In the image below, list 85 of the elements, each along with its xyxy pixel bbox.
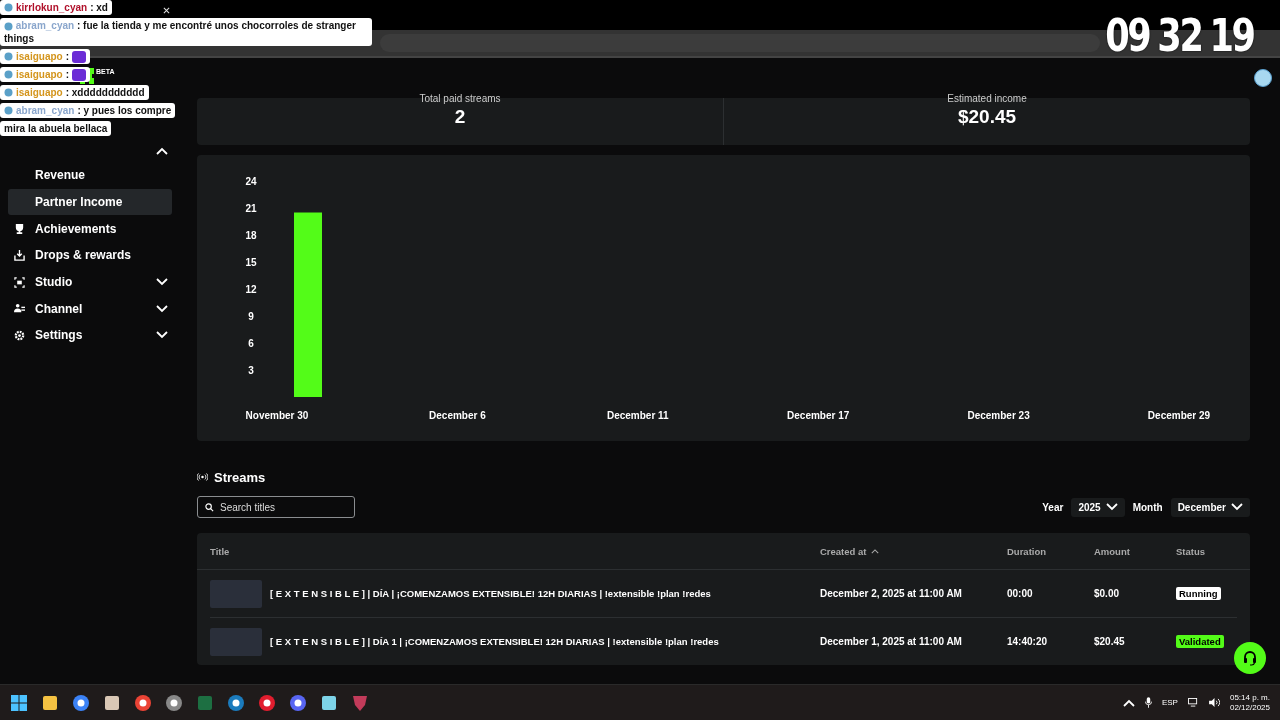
chat-message: isaiguapo : xyxy=(0,49,91,64)
year-label: Year xyxy=(1042,501,1064,513)
sidebar-item[interactable]: Revenue xyxy=(8,162,172,189)
sidebar-item[interactable]: Drops & rewards xyxy=(8,242,172,269)
support-button[interactable] xyxy=(1234,642,1266,674)
stream-title[interactable]: [ E X T E N S I B L E ] | DÍA | ¡COMENZAMOS EXTENSIBLE! 12H DIARIAS | !extensible !plan !redes xyxy=(270,588,711,599)
column-header: Amount xyxy=(1094,545,1131,557)
search-icon xyxy=(205,503,214,512)
column-header: Status xyxy=(1176,545,1207,557)
chat-message: isaiguapo : xddddddddddd xyxy=(0,85,149,100)
x-tick-label: December 11 xyxy=(606,410,669,421)
thumbnail-placeholder xyxy=(210,579,262,608)
x-tick-label: December 17 xyxy=(787,410,850,421)
table-cell-text: December 1, 2025 at 11:00 AM xyxy=(820,636,963,647)
status-badge: Validated xyxy=(1176,635,1224,648)
broadcast-icon xyxy=(197,473,208,481)
month-dropdown[interactable]: December xyxy=(1170,497,1250,517)
settings-icon xyxy=(14,329,25,341)
stream-title[interactable]: [ E X T E N S I B L E ] | DÍA 1 | ¡COMENZAMOS EXTENSIBLE! 12H DIARIAS | !extensible !plan !redes xyxy=(270,636,719,647)
table-cell-text: December 2, 2025 at 11:00 AM xyxy=(820,588,963,599)
stat-value: $20.45 xyxy=(957,106,1017,128)
sidebar-item[interactable]: Achievements xyxy=(8,215,172,243)
chevron-icon xyxy=(156,278,168,287)
chat-message: abram_cyan : fue la tienda y me encontré unos chocorroles de stranger things xyxy=(0,18,372,46)
chat-message: isaiguapo : xyxy=(0,67,91,82)
y-tick-label: 15 xyxy=(245,257,257,268)
chat-message: abram_cyan : y pues los compre xyxy=(0,103,176,118)
circle-app-icon[interactable] xyxy=(72,693,90,712)
thumbnail-placeholder xyxy=(210,627,262,656)
y-tick-label: 21 xyxy=(245,203,257,214)
speaker-icon[interactable] xyxy=(1208,698,1220,707)
video-frame-icon xyxy=(14,276,25,288)
clock[interactable]: 05:14 p. m. 02/12/2025 xyxy=(1229,692,1270,713)
table-cell-text: 14:40:20 xyxy=(1007,636,1049,647)
microphone-icon[interactable] xyxy=(1144,697,1152,708)
x-tick-label: December 29 xyxy=(1147,410,1211,421)
status-badge: Running xyxy=(1176,587,1221,600)
stat-value: 2 xyxy=(454,106,466,128)
section-title: Streams xyxy=(214,469,266,485)
chevron-icon xyxy=(156,331,168,340)
timer-digits: 09 xyxy=(1105,12,1150,60)
year-dropdown[interactable]: 2025 xyxy=(1071,497,1125,517)
close-icon[interactable] xyxy=(163,6,170,14)
stat-label: Estimated income xyxy=(947,94,1027,104)
trophy-icon xyxy=(14,223,25,235)
timer-digits: 19 xyxy=(1209,12,1254,60)
table-cell-text: $0.00 xyxy=(1094,588,1121,599)
language-indicator[interactable]: ESP xyxy=(1161,698,1178,707)
chevron-icon xyxy=(1122,698,1135,707)
y-tick-label: 9 xyxy=(248,311,254,322)
users-icon xyxy=(14,303,25,315)
shield-icon[interactable] xyxy=(351,693,369,712)
sidebar-item[interactable]: Partner Income xyxy=(8,188,172,216)
headset-icon xyxy=(1242,650,1258,666)
column-header: Duration xyxy=(1007,545,1048,557)
x-tick-label: November 30 xyxy=(245,410,309,421)
chat-message: mira la abuela bellaca xyxy=(0,121,112,136)
month-label: Month xyxy=(1132,501,1163,513)
folder-icon[interactable] xyxy=(41,693,59,712)
y-tick-label: 18 xyxy=(245,230,257,241)
y-tick-label: 3 xyxy=(248,365,254,376)
search-field[interactable]: Search titles xyxy=(197,496,355,518)
caret-icon xyxy=(1231,503,1243,511)
avatar-icon[interactable] xyxy=(1254,69,1272,87)
stat-label: Total paid streams xyxy=(419,94,501,104)
sidebar-item[interactable]: Channel xyxy=(8,295,172,323)
sort-ascending-icon xyxy=(871,548,880,554)
column-header: Title xyxy=(210,545,231,557)
timer-digits: 32 xyxy=(1157,12,1202,60)
x-tick-label: December 6 xyxy=(429,410,486,421)
chevron-icon xyxy=(156,147,168,155)
chevron-icon xyxy=(156,304,168,313)
chat-message: kirrlokun_cyan : xd xyxy=(0,0,112,15)
sidebar-item[interactable]: Settings xyxy=(8,322,172,349)
caret-icon xyxy=(1105,503,1118,511)
windows-icon[interactable] xyxy=(10,693,28,712)
y-tick-label: 24 xyxy=(245,176,257,187)
y-tick-label: 12 xyxy=(245,284,257,295)
table-cell-text: $20.45 xyxy=(1094,636,1126,647)
download-tray-icon xyxy=(14,249,25,261)
y-tick-label: 6 xyxy=(248,338,254,349)
table-cell-text: 00:00 xyxy=(1007,588,1034,599)
sidebar-item[interactable]: Studio xyxy=(8,268,172,296)
column-header[interactable]: Created at xyxy=(820,545,1007,557)
x-tick-label: December 23 xyxy=(967,410,1030,421)
